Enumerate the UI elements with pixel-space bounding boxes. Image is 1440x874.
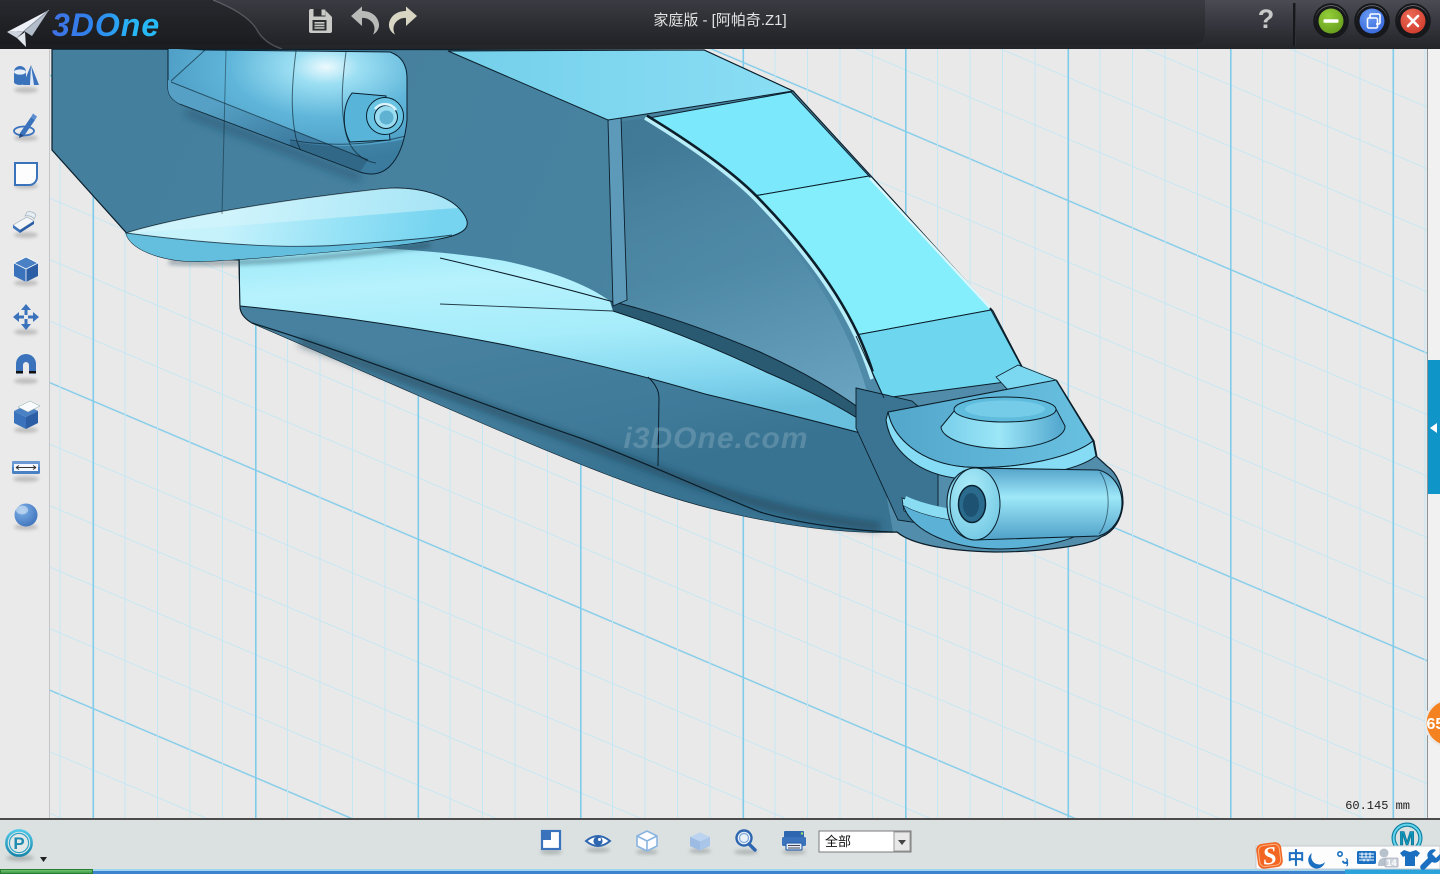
svg-text:65: 65 [1427, 716, 1440, 733]
svg-text:i3DOne.com: i3DOne.com [623, 422, 808, 455]
svg-text:P: P [13, 834, 24, 853]
svg-text:,: , [1345, 851, 1349, 868]
svg-text:14: 14 [1386, 858, 1396, 868]
svg-text:全部: 全部 [825, 834, 851, 849]
svg-text:中: 中 [1288, 848, 1305, 868]
